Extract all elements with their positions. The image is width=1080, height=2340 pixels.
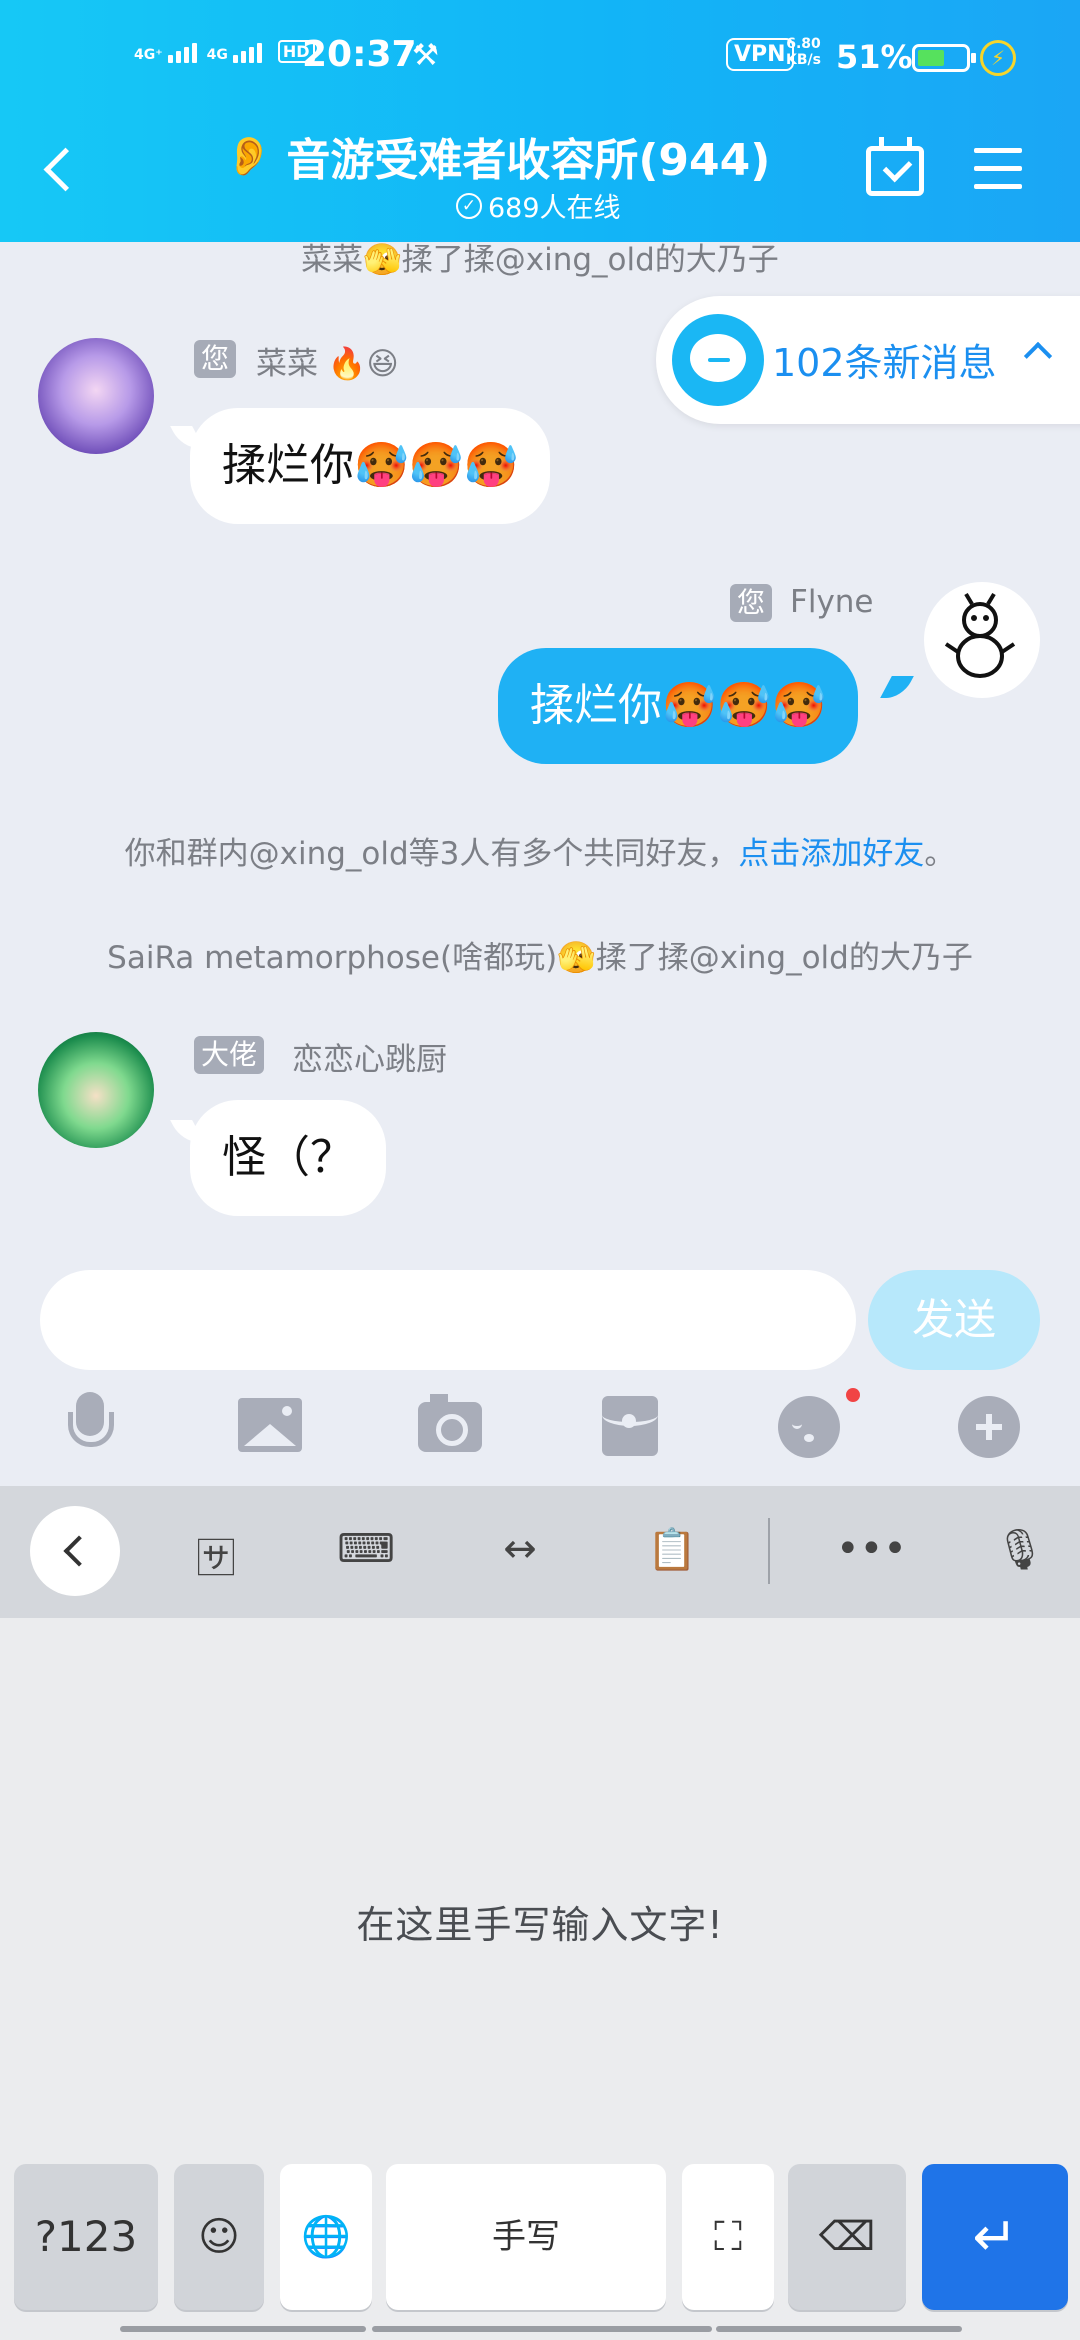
tools-icon: ⚒ <box>412 38 439 73</box>
friend-suggestion-text: 你和群内@xing_old等3人有多个共同好友， <box>124 836 739 872</box>
sender-name: Flyne <box>790 584 874 620</box>
avatar-caicai[interactable] <box>38 338 154 454</box>
message-input[interactable] <box>40 1270 856 1370</box>
status-bar: 4G⁺ 4G HD 20:37 ⚒ VPN 6.80 KB/s 51% ⚡ <box>0 28 1080 88</box>
online-count: ✓ 689人在线 <box>456 186 621 225</box>
speed-unit: KB/s <box>786 52 821 68</box>
sender-name: 菜菜 🔥😆 <box>256 346 399 382</box>
ear-icon: 👂 <box>225 133 273 178</box>
role-tag-boss: 大佬 <box>194 1036 265 1074</box>
microphone-icon[interactable] <box>56 1390 126 1460</box>
image-icon[interactable] <box>238 1398 302 1452</box>
network-speed: 6.80 KB/s <box>786 36 821 68</box>
home-indicator <box>372 2326 712 2332</box>
emoji-icon[interactable] <box>778 1396 840 1458</box>
red-packet-icon[interactable] <box>602 1396 658 1456</box>
role-tag: 您 <box>194 340 237 378</box>
role-tag: 您 <box>730 584 773 622</box>
signal-2-icon: 4G <box>207 43 262 63</box>
new-messages-pill[interactable]: 102条新消息 <box>656 296 1080 424</box>
clipboard-icon[interactable]: 📋 <box>642 1526 702 1573</box>
home-indicator <box>120 2326 366 2332</box>
globe-key[interactable]: 🌐 <box>280 2164 372 2310</box>
chat-bubble-icon <box>672 314 764 406</box>
add-friend-link[interactable]: 点击添加好友 <box>738 836 924 872</box>
network-type-1: 4G⁺ <box>134 47 163 63</box>
translate-icon[interactable]: 🈂 <box>186 1526 246 1584</box>
avatar-flyne[interactable] <box>924 582 1040 698</box>
home-indicator <box>716 2326 962 2332</box>
new-messages-count: 102条新消息 <box>772 341 997 385</box>
keyboard-toolbar: 🈂 ⌨ ↔ 📋 ••• 🎙 <box>0 1486 1080 1618</box>
notification-dot <box>846 1388 860 1402</box>
plus-icon[interactable] <box>958 1396 1020 1458</box>
numeric-key[interactable]: ?123 <box>14 2164 158 2310</box>
signal-1-icon: 4G⁺ <box>134 43 197 63</box>
battery-percent: 51% <box>836 38 913 76</box>
menu-icon[interactable] <box>974 148 1022 190</box>
group-title: 音游受难者收容所(944) <box>286 135 771 186</box>
message-bubble-own[interactable]: 揉烂你🥵🥵🥵 <box>498 648 859 764</box>
enter-key[interactable]: ↵ <box>922 2164 1068 2310</box>
avatar-koishi[interactable] <box>38 1032 154 1148</box>
cursor-move-icon[interactable]: ↔ <box>490 1526 550 1572</box>
toolbar-divider <box>768 1518 770 1584</box>
friend-suggestion-end: 。 <box>924 836 956 872</box>
system-message-poke: SaiRa metamorphose(啥都玩)🫣揉了揉@xing_old的大乃子 <box>107 940 973 976</box>
speed-value: 6.80 <box>786 36 821 52</box>
message-bubble[interactable]: 揉烂你🥵🥵🥵 <box>190 408 551 524</box>
charging-icon: ⚡ <box>980 40 1016 76</box>
check-circle-icon: ✓ <box>456 192 482 219</box>
group-title-area[interactable]: 👂 音游受难者收容所(944) <box>225 124 770 188</box>
keyboard-back-button[interactable] <box>30 1506 120 1596</box>
voice-input-icon[interactable]: 🎙 <box>990 1526 1050 1573</box>
more-icon[interactable]: ••• <box>836 1526 907 1572</box>
signal-indicators: 4G⁺ 4G HD <box>134 40 315 63</box>
friend-suggestion: 你和群内@xing_old等3人有多个共同好友，点击添加好友。 <box>0 828 1080 873</box>
system-message-top: 菜菜🫣揉了揉@xing_old的大乃子 <box>301 242 779 278</box>
composer-toolbar <box>0 1390 1080 1470</box>
message-bubble[interactable]: 怪（？ <box>190 1100 386 1216</box>
battery-icon <box>912 44 976 72</box>
fullscreen-key[interactable]: ⛶ <box>682 2164 774 2310</box>
space-key[interactable]: 手写 <box>386 2164 666 2310</box>
handwriting-hint: 在这里手写输入文字! <box>356 1903 724 1947</box>
online-count-text: 689人在线 <box>488 193 621 224</box>
camera-icon[interactable] <box>418 1394 482 1452</box>
calendar-check-icon[interactable] <box>866 137 924 196</box>
vpn-badge: VPN <box>726 38 794 71</box>
clock: 20:37 <box>302 34 417 75</box>
keyboard-icon[interactable]: ⌨ <box>336 1526 396 1572</box>
backspace-key[interactable]: ⌫ <box>788 2164 906 2310</box>
network-type-2: 4G <box>206 47 228 63</box>
back-button[interactable] <box>40 140 80 200</box>
chat-header: 4G⁺ 4G HD 20:37 ⚒ VPN 6.80 KB/s 51% ⚡ 👂 … <box>0 0 1080 242</box>
chevron-up-icon <box>1023 341 1053 371</box>
emoji-key[interactable]: ☺ <box>174 2164 264 2310</box>
send-button[interactable]: 发送 <box>868 1270 1040 1370</box>
sender-name: 恋恋心跳厨 <box>292 1042 447 1078</box>
